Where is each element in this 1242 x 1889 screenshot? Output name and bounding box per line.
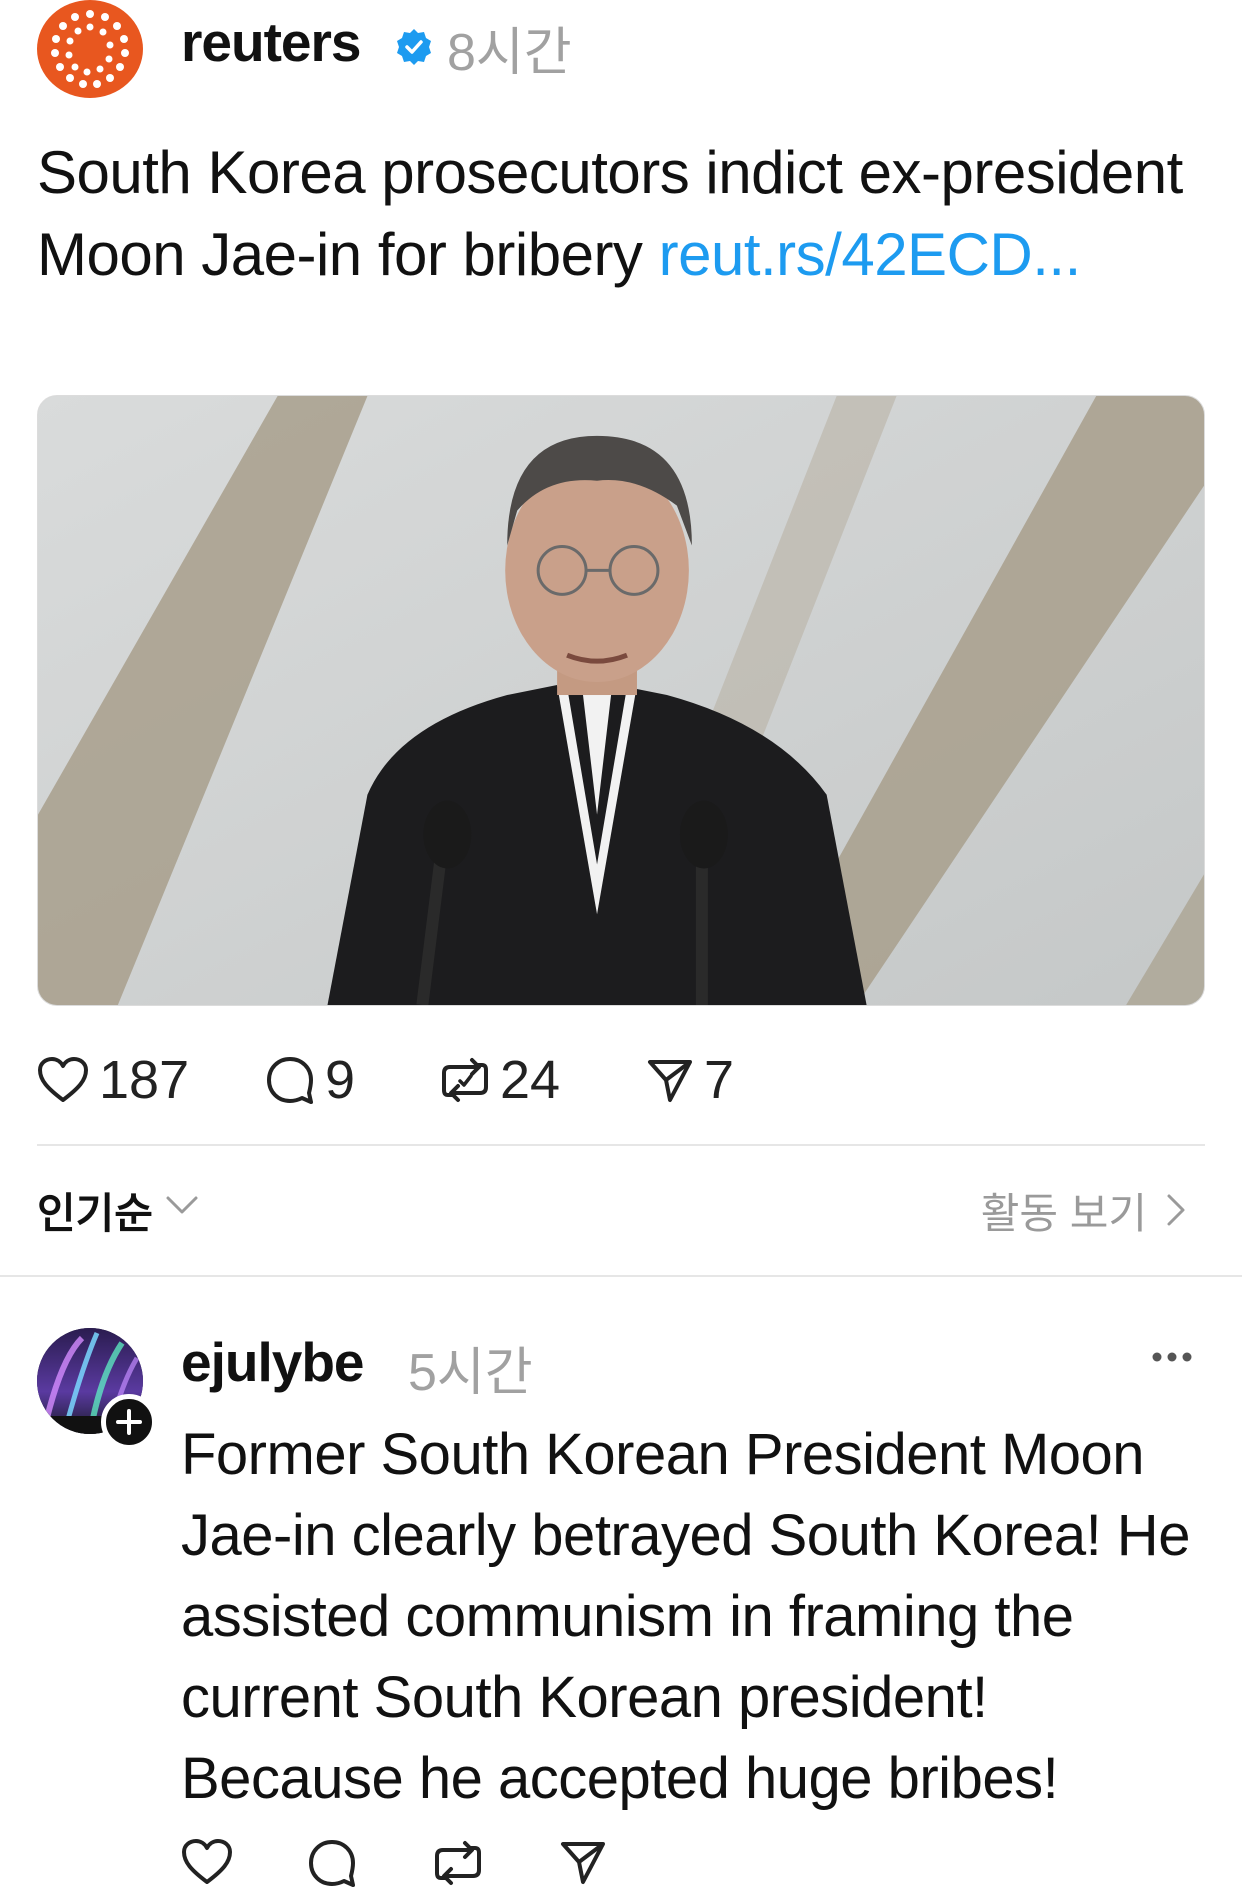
chevron-right-icon[interactable] — [1165, 1192, 1187, 1228]
share-count: 7 — [704, 1050, 735, 1110]
reply-author[interactable]: ejulybe — [181, 1330, 365, 1394]
comment-icon[interactable] — [307, 1838, 357, 1888]
post-author[interactable]: reuters — [181, 10, 361, 74]
post-timestamp: 8시간 — [447, 24, 572, 82]
share-button[interactable]: 7 — [646, 1040, 734, 1120]
send-icon — [648, 1060, 692, 1102]
divider — [0, 1275, 1242, 1277]
view-activity-link[interactable]: 활동 보기 — [981, 1180, 1147, 1241]
photo-icon — [38, 396, 1204, 1005]
verified-badge-icon — [397, 29, 431, 65]
repost-icon — [442, 1058, 488, 1102]
repost-button[interactable]: 24 — [440, 1040, 560, 1120]
heart-icon — [38, 1057, 88, 1102]
comment-count: 9 — [325, 1050, 356, 1110]
comment-icon — [267, 1057, 313, 1104]
comment-button[interactable]: 9 — [265, 1040, 355, 1120]
reply-body: Former South Korean President Moon Jae-i… — [181, 1422, 1190, 1811]
post-header: reuters 8시간 — [37, 0, 1207, 100]
more-options-icon[interactable] — [1150, 1350, 1194, 1364]
reply-actions — [181, 1838, 781, 1889]
like-count: 187 — [99, 1050, 190, 1110]
thread-page: reuters 8시간 South Korea prosecutors indi… — [0, 0, 1242, 1889]
sort-dropdown[interactable]: 인기순 — [37, 1180, 153, 1241]
send-icon[interactable] — [559, 1838, 607, 1886]
sort-row: 인기순 활동 보기 — [37, 1180, 1205, 1240]
post-actions: 187 9 24 7 — [37, 1040, 937, 1120]
reuters-avatar[interactable] — [37, 0, 143, 98]
plus-icon — [116, 1409, 142, 1435]
repost-icon[interactable] — [433, 1838, 483, 1888]
like-button[interactable]: 187 — [37, 1040, 189, 1120]
chevron-down-icon[interactable] — [165, 1194, 199, 1216]
divider — [37, 1144, 1205, 1146]
reuters-logo-icon — [51, 10, 129, 88]
reply-timestamp: 5시간 — [408, 1344, 533, 1402]
post-image[interactable] — [37, 395, 1205, 1006]
post-link[interactable]: reut.rs/42ECD... — [659, 221, 1082, 288]
heart-icon[interactable] — [181, 1838, 233, 1886]
follow-button[interactable] — [101, 1394, 157, 1450]
repost-count: 24 — [500, 1050, 561, 1110]
post-text: South Korea prosecutors indict ex-presid… — [37, 132, 1207, 296]
